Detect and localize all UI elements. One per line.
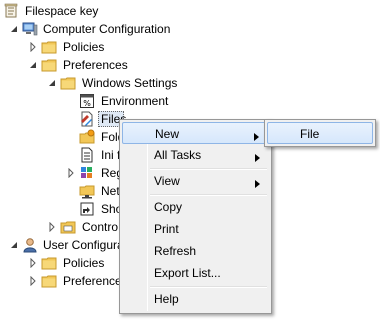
menu-item-help-label: Help [154, 292, 179, 306]
registry-icon [79, 165, 95, 181]
menu-item-export-list[interactable]: Export List... [122, 262, 269, 284]
collapsed-triangle-icon[interactable] [28, 276, 38, 286]
gpo-scroll-icon [3, 3, 19, 19]
new-submenu: File [264, 119, 376, 147]
menu-item-copy[interactable]: Copy [122, 196, 269, 218]
network-share-icon [79, 183, 95, 199]
expanded-triangle-icon[interactable] [47, 78, 57, 88]
tree-item-files[interactable]: Files [0, 110, 130, 128]
environment-label: Environment [101, 94, 169, 108]
expanded-triangle-icon[interactable] [28, 60, 38, 70]
menu-item-print-label: Print [154, 222, 179, 236]
collapsed-triangle-icon[interactable] [28, 258, 38, 268]
menu-item-all-tasks[interactable]: All Tasks [122, 144, 269, 166]
context-menu: New All Tasks View Copy Print Refresh Ex… [119, 119, 272, 314]
files-icon [79, 111, 95, 127]
computer-icon [22, 21, 38, 37]
windows-settings-label: Windows Settings [82, 76, 178, 90]
tree-root[interactable]: Filespace key [0, 2, 200, 20]
ini-files-label: Ini f [101, 148, 121, 162]
menu-item-new-label: New [155, 127, 180, 141]
tree-item-user-policies[interactable]: Policies [0, 254, 120, 272]
tree-item-control-panel-settings[interactable]: Contro [0, 218, 120, 236]
menu-item-view-label: View [154, 174, 180, 188]
gpo-editor-window: Filespace key Computer Configuration Pol… [0, 0, 380, 322]
expanded-triangle-icon[interactable] [9, 240, 19, 250]
folder-icon [41, 255, 57, 271]
control-panel-folder-icon [60, 219, 76, 235]
menu-item-all-tasks-label: All Tasks [154, 148, 202, 162]
tree-item-folders[interactable]: Fold [0, 128, 124, 146]
tree-item-user-preferences[interactable]: Preference [0, 272, 122, 290]
tree-item-policies[interactable]: Policies [0, 38, 200, 56]
tree-item-computer-configuration[interactable]: Computer Configuration [0, 20, 220, 38]
tree-item-windows-settings[interactable]: Windows Settings [0, 74, 200, 92]
folder-icon [41, 39, 57, 55]
user-configuration-label: User Configura [43, 238, 124, 252]
svg-text:%: % [83, 99, 91, 108]
folder-options-icon [79, 129, 95, 145]
network-shares-label: Net [101, 184, 120, 198]
menu-item-print[interactable]: Print [122, 218, 269, 240]
expanded-triangle-icon[interactable] [9, 24, 19, 34]
menu-item-refresh-label: Refresh [154, 244, 197, 258]
folder-icon [41, 273, 57, 289]
submenu-item-file-label: File [300, 127, 320, 141]
preferences-label: Preferences [63, 58, 128, 72]
tree-root-label: Filespace key [25, 4, 99, 18]
submenu-arrow-icon [255, 151, 260, 162]
menu-item-copy-label: Copy [154, 200, 183, 214]
policies-label: Policies [63, 40, 105, 54]
user-preferences-label: Preference [63, 274, 122, 288]
control-panel-label: Contro [82, 220, 119, 234]
environment-icon: % [79, 93, 95, 109]
tree-item-ini-files[interactable]: Ini f [0, 146, 120, 164]
tree-item-registry[interactable]: Reg [0, 164, 123, 182]
submenu-arrow-icon [254, 130, 259, 141]
user-icon [22, 237, 38, 253]
submenu-arrow-icon [255, 177, 260, 188]
folder-icon [41, 57, 57, 73]
tree-item-environment[interactable]: % Environment [0, 92, 200, 110]
shortcut-icon [79, 201, 95, 217]
tree-item-network-shares[interactable]: Net [0, 182, 120, 200]
collapsed-triangle-icon[interactable] [66, 168, 76, 178]
tree-item-user-configuration[interactable]: User Configura [0, 236, 124, 254]
menu-item-help[interactable]: Help [122, 288, 269, 310]
tree-item-preferences[interactable]: Preferences [0, 56, 200, 74]
tree-item-shortcuts[interactable]: Sho [0, 200, 122, 218]
collapsed-triangle-icon[interactable] [28, 42, 38, 52]
folder-icon [60, 75, 76, 91]
menu-item-refresh[interactable]: Refresh [122, 240, 269, 262]
collapsed-triangle-icon[interactable] [47, 222, 57, 232]
menu-item-new[interactable]: New [122, 122, 269, 144]
menu-item-view[interactable]: View [122, 170, 269, 192]
ini-file-icon [79, 147, 95, 163]
user-policies-label: Policies [63, 256, 105, 270]
menu-item-export-list-label: Export List... [154, 266, 221, 280]
submenu-item-file[interactable]: File [267, 122, 373, 144]
computer-configuration-label: Computer Configuration [43, 22, 171, 36]
